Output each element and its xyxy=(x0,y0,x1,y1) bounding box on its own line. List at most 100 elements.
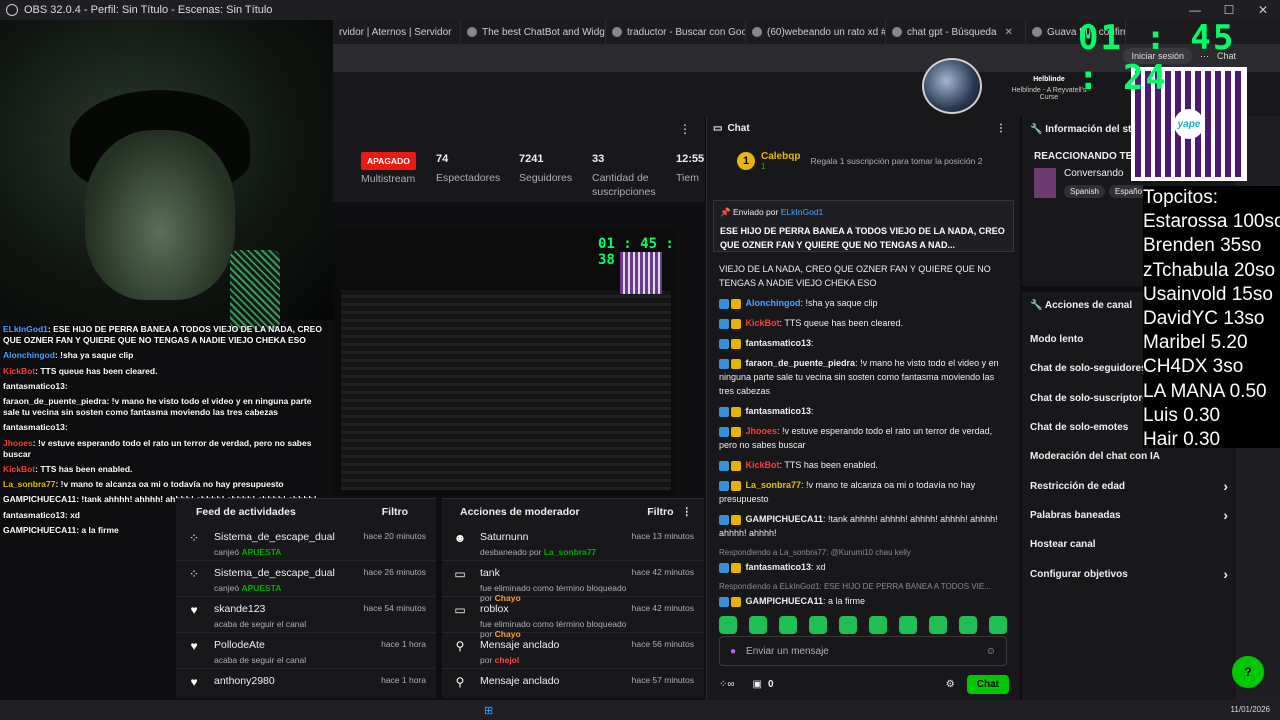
emote-icon[interactable] xyxy=(869,616,887,634)
user-badge-icon xyxy=(719,358,729,369)
emote-icon[interactable] xyxy=(839,616,857,634)
chat-message[interactable]: Alonchingod: !sha ya saque clip xyxy=(719,296,1008,310)
close-icon[interactable]: ✕ xyxy=(1246,0,1280,20)
channel-action-item[interactable]: Palabras baneadas › xyxy=(1022,501,1236,530)
overlay-chat-user: KickBot xyxy=(3,464,36,475)
more-options-icon[interactable]: ⋮ xyxy=(682,506,693,518)
tab-title: traductor - Buscar con Goog xyxy=(627,26,746,38)
activity-item[interactable]: ⁘ Sistema_de_escape_dual canjeó APUESTA hac… xyxy=(176,525,436,561)
activity-item[interactable]: ⁘ Sistema_de_escape_dual canjeó APUESTA hac… xyxy=(176,561,436,597)
chat-username[interactable]: fantasmatico13 xyxy=(746,562,812,572)
mod-action-title: roblox xyxy=(480,603,509,615)
channel-points-icon[interactable]: ⁘∞ xyxy=(719,679,735,690)
chat-username[interactable]: fantasmatico13 xyxy=(746,406,812,416)
stat-followers: 7241 Seguidores xyxy=(519,153,572,185)
chat-text: : !sha ya saque clip xyxy=(800,298,878,308)
pin-icon: 📌 xyxy=(720,207,731,217)
chat-username[interactable]: faraon_de_puente_piedra xyxy=(746,358,856,368)
overlay-chat-text: : TTS queue has been cleared. xyxy=(35,365,158,376)
minimize-icon[interactable]: — xyxy=(1178,0,1212,20)
multistream-label[interactable]: Multistream xyxy=(361,172,415,186)
activity-reward: APUESTA xyxy=(241,583,282,593)
emoji-icon[interactable]: ☺ xyxy=(986,646,996,657)
emote-icon[interactable] xyxy=(989,616,1007,634)
pinned-message[interactable]: 📌 Enviado por ELkInGod1 ESE HIJO DE PERR… xyxy=(713,200,1014,252)
emote-icon[interactable] xyxy=(959,616,977,634)
emote-icon[interactable] xyxy=(779,616,797,634)
user-badge-icon xyxy=(719,514,729,525)
emote-icon[interactable] xyxy=(749,616,767,634)
tag-pill[interactable]: Spanish xyxy=(1064,185,1105,198)
maximize-icon[interactable]: ☐ xyxy=(1212,0,1246,20)
overlay-chat-line: Alonchingod: !sha ya saque clip xyxy=(0,348,333,363)
chat-message[interactable]: La_sonbra77: !v mano te alcanza oa mi o … xyxy=(719,478,1008,506)
chat-username[interactable]: fantasmatico13 xyxy=(746,338,812,348)
viewers-count: 74 xyxy=(436,153,449,165)
favicon-icon xyxy=(467,27,477,37)
emote-icon[interactable] xyxy=(929,616,947,634)
browser-tab[interactable]: chat gpt - Búsqueda ✕ xyxy=(886,20,1026,44)
chat-message[interactable]: VIEJO DE LA NADA, CREO QUE OZNER FAN Y Q… xyxy=(719,262,1008,290)
emote-icon[interactable] xyxy=(809,616,827,634)
chat-footer: ⁘∞ ▣ 0 ⚙ Chat xyxy=(719,672,1009,696)
top-donor-entry: CH4DX 3so xyxy=(1143,356,1244,378)
filter-button[interactable]: Filtro xyxy=(647,506,673,518)
activity-item[interactable]: ♥ skande123 acaba de seguir el canal hace … xyxy=(176,597,436,633)
chat-username[interactable]: Jhooes xyxy=(746,426,778,436)
channel-action-item[interactable]: Hostear canal xyxy=(1022,530,1236,559)
channel-action-item[interactable]: Restricción de edad › xyxy=(1022,471,1236,500)
chat-message[interactable]: KickBot: TTS queue has been cleared. xyxy=(719,316,1008,330)
help-button[interactable]: ? xyxy=(1232,656,1264,688)
send-chat-button[interactable]: Chat xyxy=(966,674,1009,694)
overlay-chat-user: Alonchingod xyxy=(3,350,55,361)
browser-tab[interactable]: The best ChatBot and Widge✕ xyxy=(461,20,606,44)
chat-message[interactable]: Respondiendo a La_sonbra77: @Kurumi10 ch… xyxy=(719,546,1008,574)
chat-message[interactable]: fantasmatico13: xyxy=(719,336,1008,350)
chat-username[interactable]: GAMPICHUECA11 xyxy=(746,514,824,524)
filter-button[interactable]: Filtro xyxy=(382,506,408,518)
chat-username[interactable]: KickBot xyxy=(746,318,780,328)
chat-username[interactable]: GAMPICHUECA11 xyxy=(746,596,824,606)
emote-icon[interactable] xyxy=(719,616,737,634)
windows-start-icon[interactable]: ⊞ xyxy=(484,704,493,717)
more-options-icon[interactable]: ⋮ xyxy=(679,122,691,136)
chat-message[interactable]: KickBot: TTS has been enabled. xyxy=(719,458,1008,472)
chat-input[interactable]: ● Enviar un mensaje ☺ xyxy=(719,636,1007,666)
mod-action-item[interactable]: ▭ tank fue eliminado como término bloquead… xyxy=(442,561,704,603)
mod-action-item[interactable]: ☻ Saturnunn desbaneado por La_sonbra77 hace… xyxy=(442,525,704,561)
emote-icon[interactable] xyxy=(899,616,917,634)
chat-username[interactable]: La_sonbra77 xyxy=(746,480,802,490)
top-gifter-banner[interactable]: 1 Calebqp 1 Regala 1 suscripción para to… xyxy=(707,140,1020,182)
reply-context: Respondiendo a La_sonbra77: @Kurumi10 ch… xyxy=(719,548,911,557)
channel-action-item[interactable]: Configurar objetivos › xyxy=(1022,559,1236,588)
channel-action-label: Palabras baneadas xyxy=(1030,509,1121,521)
activity-user: Sistema_de_escape_dual xyxy=(214,531,335,543)
user-badge-icon xyxy=(731,406,741,417)
gifter-rank-badge: 1 xyxy=(737,152,755,170)
chat-username[interactable]: Alonchingod xyxy=(746,298,801,308)
mod-action-item[interactable]: ▭ roblox fue eliminado como término bloque… xyxy=(442,597,704,639)
gear-icon[interactable]: ⚙ xyxy=(946,679,955,690)
time-value: 12:55 xyxy=(676,153,705,165)
reply-context: Respondiendo a ELkInGod1: ESE HIJO DE PE… xyxy=(719,582,991,591)
close-icon[interactable]: ✕ xyxy=(1005,27,1013,38)
browser-tab[interactable]: rvidor | Aternos | Servidor✕ xyxy=(333,20,461,44)
mod-action-body: Saturnunn desbaneado por La_sonbra77 xyxy=(480,531,632,557)
chat-message[interactable]: fantasmatico13: xyxy=(719,404,1008,418)
chat-message[interactable]: Jhooes: !v estuve esperando todo el rato… xyxy=(719,424,1008,452)
browser-tab[interactable]: (60)webeando un rato xd #✕ xyxy=(746,20,886,44)
stream-preview[interactable]: 01 : 45 : 38 xyxy=(333,230,675,496)
activity-item[interactable]: ♥ PollodeAte acaba de seguir el canal hace… xyxy=(176,633,436,669)
activity-time: hace 54 minutos xyxy=(363,603,426,613)
more-options-icon[interactable]: ⋮ xyxy=(996,123,1006,134)
chat-message[interactable]: faraon_de_puente_piedra: !v mano he vist… xyxy=(719,356,1008,398)
mic-icon[interactable]: ● xyxy=(730,646,736,657)
chat-message[interactable]: Respondiendo a ELkInGod1: ESE HIJO DE PE… xyxy=(719,580,1008,608)
browser-tab[interactable]: traductor - Buscar con Goog✕ xyxy=(606,20,746,44)
mod-action-item[interactable]: ⚲ Mensaje anclado por chejol hace 56 minuto… xyxy=(442,633,704,669)
activity-body: Sistema_de_escape_dual canjeó APUESTA xyxy=(214,567,364,593)
chat-message[interactable]: GAMPICHUECA11: !tank ahhhh! ahhhh! ahhhh… xyxy=(719,512,1008,540)
wrench-icon: 🔧 xyxy=(1030,300,1043,311)
chat-username[interactable]: KickBot xyxy=(746,460,780,470)
points-icon[interactable]: ▣ xyxy=(753,679,762,690)
